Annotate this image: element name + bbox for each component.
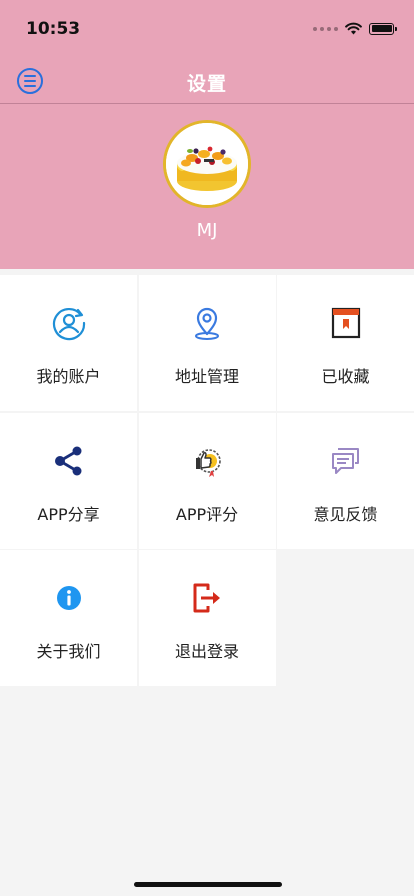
menu-item-label: 已收藏: [321, 367, 370, 386]
menu-item-label: 地址管理: [174, 367, 239, 386]
location-pin-icon: [189, 305, 225, 341]
settings-grid: 我的账户 地址管理 已收藏 APP分享 APP评分 意见反馈 关于我们 退出登录: [0, 275, 414, 686]
battery-icon: [369, 22, 397, 35]
cake-avatar-image: [166, 123, 248, 205]
wifi-icon: [345, 22, 362, 35]
profile-header: 10:53 设置 MJ: [0, 0, 414, 269]
page-title: 设置: [186, 73, 227, 95]
menu-item-share[interactable]: APP分享: [0, 412, 137, 549]
menu-item-account[interactable]: 我的账户: [0, 275, 137, 411]
menu-item-label: APP评分: [175, 504, 239, 524]
menu-item-label: 我的账户: [36, 367, 101, 386]
share-icon: [51, 443, 87, 479]
info-icon: [51, 580, 87, 616]
menu-item-rating[interactable]: APP评分: [138, 412, 276, 549]
account-icon: [51, 305, 87, 341]
menu-item-logout[interactable]: 退出登录: [138, 550, 276, 686]
status-time: 10:53: [26, 19, 81, 39]
feedback-chat-icon: [328, 443, 364, 479]
menu-item-favorites[interactable]: 已收藏: [277, 275, 414, 411]
menu-item-label: 意见反馈: [313, 504, 378, 524]
menu-item-label: 退出登录: [174, 642, 239, 661]
menu-item-about[interactable]: 关于我们: [0, 550, 137, 686]
menu-item-label: 关于我们: [36, 642, 101, 661]
status-icons: [313, 22, 397, 35]
nav-bar: 设置: [0, 60, 414, 104]
bookmark-icon: [328, 305, 364, 341]
menu-item-label: APP分享: [37, 504, 100, 524]
logout-icon: [189, 580, 225, 616]
username: MJ: [196, 220, 218, 241]
signal-icon: [313, 26, 338, 31]
menu-item-address[interactable]: 地址管理: [138, 275, 276, 411]
status-bar: 10:53: [0, 0, 414, 60]
menu-item-feedback[interactable]: 意见反馈: [277, 412, 414, 549]
avatar[interactable]: [163, 120, 251, 208]
home-indicator[interactable]: [134, 882, 282, 887]
thumbs-up-badge-icon: [189, 443, 225, 479]
